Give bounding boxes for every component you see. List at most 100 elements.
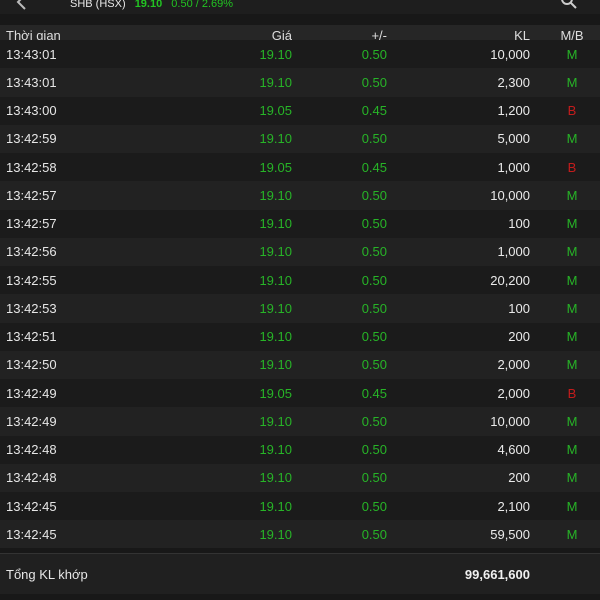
cell-side: B bbox=[567, 385, 577, 401]
cell-volume: 2,000 bbox=[497, 385, 530, 401]
cell-time: 13:42:50 bbox=[6, 357, 57, 373]
table-row: 13:42:48 19.10 0.50 4,600 M bbox=[0, 435, 600, 464]
cell-side: M bbox=[566, 272, 578, 288]
search-button[interactable] bbox=[560, 0, 578, 10]
cell-price: 19.05 bbox=[259, 385, 292, 401]
cell-side: M bbox=[566, 413, 578, 429]
search-icon bbox=[561, 0, 577, 9]
back-button[interactable] bbox=[12, 0, 32, 12]
cell-time: 13:42:45 bbox=[6, 526, 57, 542]
cell-time: 13:43:01 bbox=[6, 46, 57, 62]
cell-time: 13:42:59 bbox=[6, 131, 57, 147]
cell-price: 19.10 bbox=[259, 46, 292, 62]
cell-price: 19.10 bbox=[259, 131, 292, 147]
cell-time: 13:42:49 bbox=[6, 385, 57, 401]
cell-price: 19.10 bbox=[259, 216, 292, 232]
table-row: 13:42:57 19.10 0.50 100 M bbox=[0, 209, 600, 238]
cell-side: M bbox=[566, 498, 578, 514]
cell-volume: 1,200 bbox=[497, 103, 530, 119]
cell-price: 19.10 bbox=[259, 74, 292, 90]
cell-price: 19.10 bbox=[259, 498, 292, 514]
cell-volume: 4,600 bbox=[497, 442, 530, 458]
total-volume-label: Tổng KL khớp bbox=[6, 566, 88, 582]
cell-time: 13:43:00 bbox=[6, 103, 57, 119]
cell-side: M bbox=[566, 470, 578, 486]
cell-volume: 100 bbox=[508, 300, 530, 316]
cell-price: 19.10 bbox=[259, 413, 292, 429]
cell-change: 0.50 bbox=[361, 329, 387, 345]
cell-volume: 200 bbox=[508, 329, 530, 345]
cell-time: 13:42:53 bbox=[6, 300, 57, 316]
table-row: 13:42:55 19.10 0.50 20,200 M bbox=[0, 266, 600, 295]
chevron-left-icon bbox=[16, 0, 26, 10]
cell-change: 0.50 bbox=[361, 74, 387, 90]
table-row: 13:42:58 19.05 0.45 1,000 B bbox=[0, 153, 600, 182]
trade-list[interactable]: 13:43:01 19.10 0.50 10,000 M 13:43:01 19.10 0.5… bbox=[0, 40, 600, 548]
cell-time: 13:42:45 bbox=[6, 498, 57, 514]
cell-change: 0.50 bbox=[361, 272, 387, 288]
cell-volume: 100 bbox=[508, 216, 530, 232]
cell-side: M bbox=[566, 526, 578, 542]
cell-side: M bbox=[566, 442, 578, 458]
cell-side: M bbox=[566, 300, 578, 316]
cell-side: B bbox=[567, 103, 577, 119]
cell-price: 19.10 bbox=[259, 442, 292, 458]
cell-price: 19.10 bbox=[259, 272, 292, 288]
cell-volume: 20,200 bbox=[490, 272, 530, 288]
cell-volume: 2,000 bbox=[497, 357, 530, 373]
table-row: 13:42:45 19.10 0.50 2,100 M bbox=[0, 492, 600, 521]
cell-side: M bbox=[566, 216, 578, 232]
ticker-price: 19.10 bbox=[134, 0, 163, 10]
table-row: 13:43:00 19.05 0.45 1,200 B bbox=[0, 96, 600, 125]
total-volume-value: 99,661,600 bbox=[464, 566, 530, 582]
cell-volume: 200 bbox=[508, 470, 530, 486]
table-row: 13:42:51 19.10 0.50 200 M bbox=[0, 322, 600, 351]
table-row: 13:42:57 19.10 0.50 10,000 M bbox=[0, 181, 600, 210]
cell-change: 0.50 bbox=[361, 357, 387, 373]
trade-history-screen: SHB (HSX) 19.10 0.50 / 2.69% Thời gian G… bbox=[0, 0, 600, 600]
table-row: 13:42:48 19.10 0.50 200 M bbox=[0, 463, 600, 492]
cell-change: 0.45 bbox=[361, 159, 387, 175]
cell-time: 13:43:01 bbox=[6, 74, 57, 90]
top-bar: SHB (HSX) 19.10 0.50 / 2.69% bbox=[0, 0, 600, 14]
cell-price: 19.10 bbox=[259, 329, 292, 345]
cell-price: 19.05 bbox=[259, 103, 292, 119]
ticker-symbol: SHB (HSX) bbox=[70, 0, 126, 10]
cell-volume: 1,000 bbox=[497, 244, 530, 260]
cell-time: 13:42:58 bbox=[6, 159, 57, 175]
cell-time: 13:42:55 bbox=[6, 272, 57, 288]
cell-side: M bbox=[566, 357, 578, 373]
cell-time: 13:42:48 bbox=[6, 442, 57, 458]
cell-volume: 59,500 bbox=[490, 526, 530, 542]
cell-change: 0.50 bbox=[361, 300, 387, 316]
table-row: 13:43:01 19.10 0.50 2,300 M bbox=[0, 68, 600, 97]
table-row: 13:42:50 19.10 0.50 2,000 M bbox=[0, 350, 600, 379]
cell-change: 0.50 bbox=[361, 216, 387, 232]
cell-price: 19.10 bbox=[259, 526, 292, 542]
cell-price: 19.10 bbox=[259, 357, 292, 373]
cell-change: 0.50 bbox=[361, 244, 387, 260]
cell-change: 0.45 bbox=[361, 385, 387, 401]
cell-time: 13:42:49 bbox=[6, 413, 57, 429]
cell-time: 13:42:57 bbox=[6, 187, 57, 203]
ticker-summary: SHB (HSX) 19.10 0.50 / 2.69% bbox=[70, 0, 233, 10]
cell-volume: 2,100 bbox=[497, 498, 530, 514]
table-row: 13:42:49 19.10 0.50 10,000 M bbox=[0, 407, 600, 436]
cell-change: 0.50 bbox=[361, 526, 387, 542]
cell-price: 19.05 bbox=[259, 159, 292, 175]
cell-side: M bbox=[566, 244, 578, 260]
cell-volume: 1,000 bbox=[497, 159, 530, 175]
cell-price: 19.10 bbox=[259, 244, 292, 260]
cell-change: 0.45 bbox=[361, 103, 387, 119]
table-row: 13:43:01 19.10 0.50 10,000 M bbox=[0, 40, 600, 69]
cell-change: 0.50 bbox=[361, 442, 387, 458]
cell-volume: 10,000 bbox=[490, 413, 530, 429]
cell-change: 0.50 bbox=[361, 187, 387, 203]
table-row: 13:42:49 19.05 0.45 2,000 B bbox=[0, 379, 600, 408]
cell-change: 0.50 bbox=[361, 46, 387, 62]
cell-volume: 2,300 bbox=[497, 74, 530, 90]
cell-change: 0.50 bbox=[361, 413, 387, 429]
cell-side: M bbox=[566, 329, 578, 345]
cell-time: 13:42:56 bbox=[6, 244, 57, 260]
table-row: 13:42:45 19.10 0.50 59,500 M bbox=[0, 520, 600, 548]
